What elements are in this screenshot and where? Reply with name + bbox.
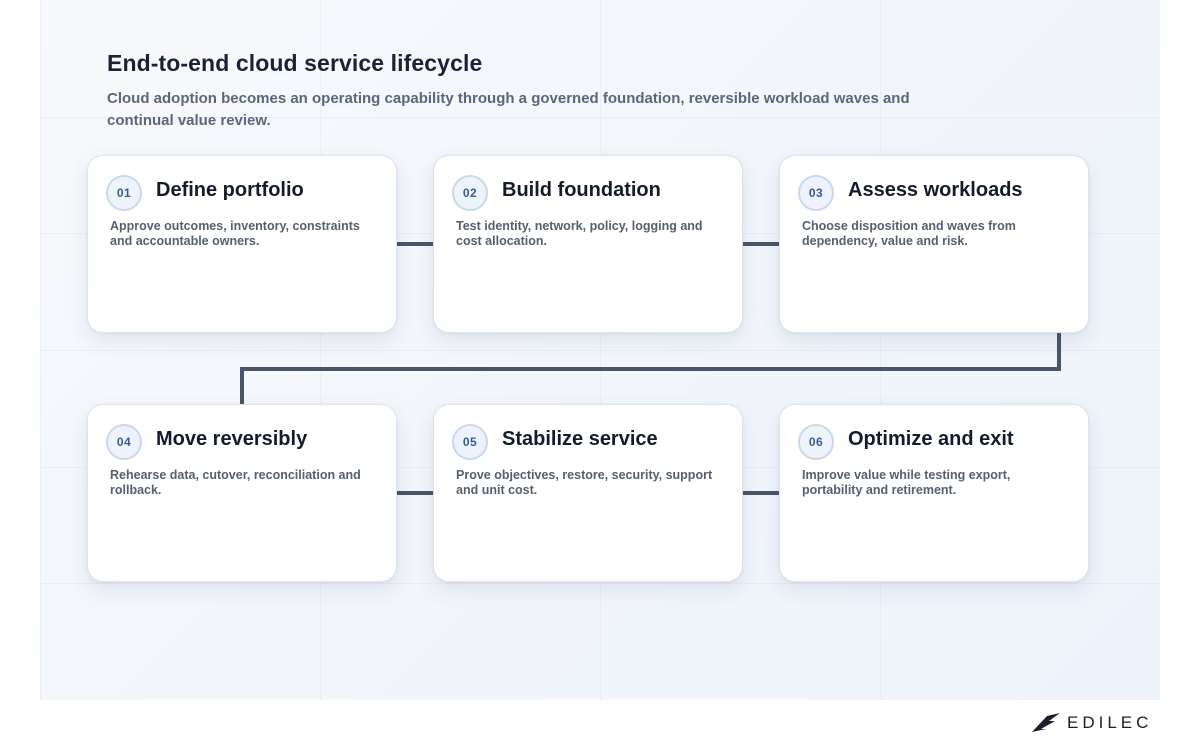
step-title: Optimize and exit: [848, 428, 1014, 450]
step-description: Test identity, network, policy, logging …: [456, 219, 703, 248]
step-card-move-reversibly: 04 Move reversibly Rehearse data, cutove…: [87, 404, 397, 582]
step-description: Approve outcomes, inventory, constraints…: [110, 219, 360, 248]
step-number-badge: 01: [106, 175, 142, 211]
step-description: Improve value while testing export, port…: [802, 468, 1011, 497]
step-title: Stabilize service: [502, 428, 658, 450]
connector-lines: [240, 242, 1061, 495]
step-card-stabilize-service: 05 Stabilize service Prove objectives, r…: [433, 404, 743, 582]
step-description: Prove objectives, restore, security, sup…: [456, 468, 713, 497]
step-card-build-foundation: 02 Build foundation Test identity, netwo…: [433, 155, 743, 333]
step-title: Define portfolio: [156, 179, 304, 201]
step-number-badge: 04: [106, 424, 142, 460]
logo-text: EDILEC: [1067, 713, 1153, 732]
step-description: Choose disposition and waves from depend…: [802, 219, 1016, 248]
edilec-logo-icon: [1032, 713, 1060, 732]
step-card-optimize-and-exit: 06 Optimize and exit Improve value while…: [779, 404, 1089, 582]
step-number-badge: 06: [798, 424, 834, 460]
step-description: Rehearse data, cutover, reconciliation a…: [110, 468, 361, 497]
step-card-define-portfolio: 01 Define portfolio Approve outcomes, in…: [87, 155, 397, 333]
connector-03-04: [240, 333, 1061, 405]
step-number-badge: 02: [452, 175, 488, 211]
step-title: Move reversibly: [156, 428, 308, 450]
step-number-badge: 05: [452, 424, 488, 460]
step-title: Build foundation: [502, 179, 661, 201]
step-card-assess-workloads: 03 Assess workloads Choose disposition a…: [779, 155, 1089, 333]
step-number-badge: 03: [798, 175, 834, 211]
brand-logo: EDILEC: [1031, 710, 1152, 736]
step-title: Assess workloads: [848, 179, 1023, 201]
